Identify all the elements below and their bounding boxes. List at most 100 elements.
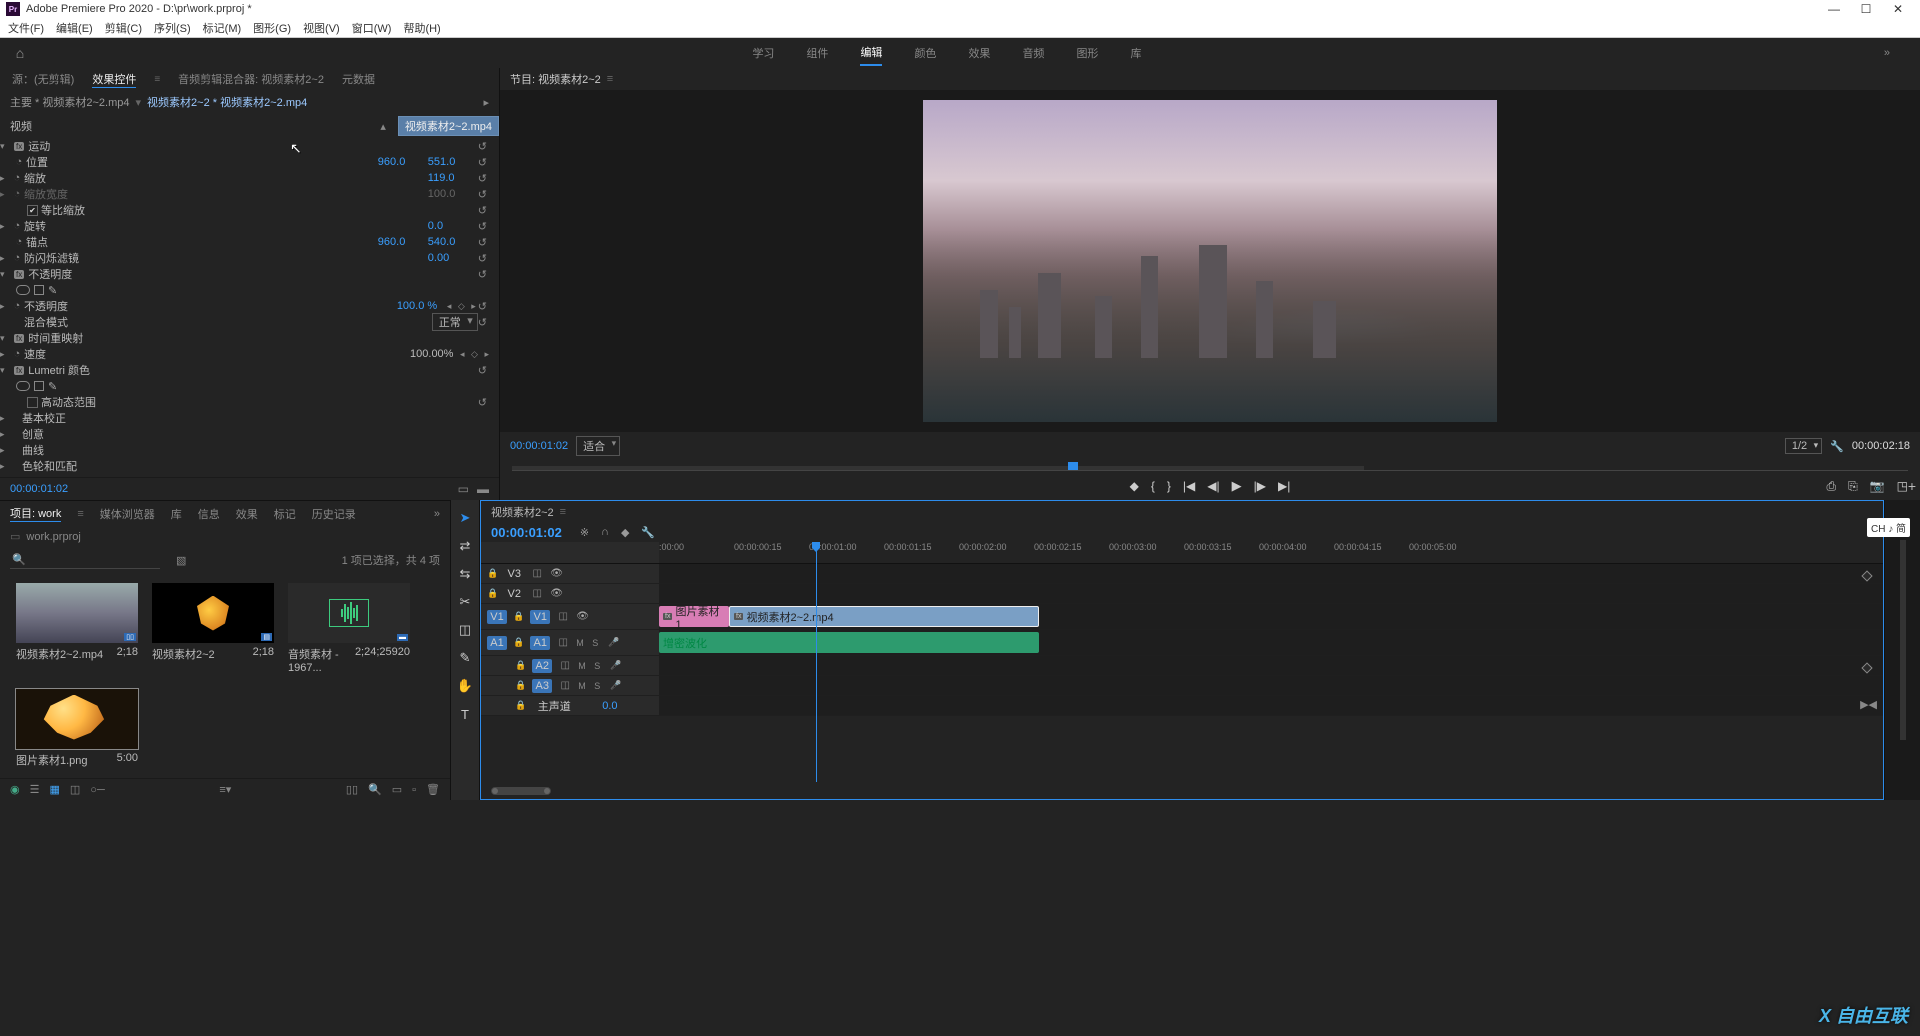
sync-lock-icon[interactable]: ◫ <box>558 680 572 691</box>
maximize-button[interactable]: ☐ <box>1850 2 1882 16</box>
track-v2[interactable]: V2 <box>504 588 524 600</box>
position-x[interactable]: 960.0 <box>378 156 428 168</box>
mask-pen-icon[interactable]: ✎ <box>48 284 57 297</box>
freeform-view-icon[interactable]: ◫ <box>70 783 80 796</box>
lumetri-wheels[interactable]: 色轮和匹配 <box>22 458 491 474</box>
reset-icon[interactable]: ↺ <box>478 316 487 329</box>
tab-markers[interactable]: 标记 <box>274 506 296 522</box>
mask-rect-icon[interactable] <box>34 381 44 391</box>
solo-button[interactable]: S <box>594 661 604 671</box>
tab-menu-icon[interactable]: ≡ <box>77 508 83 520</box>
reset-icon[interactable]: ↺ <box>478 236 487 249</box>
track-a1[interactable]: A1 <box>530 636 550 650</box>
extract-icon[interactable]: ⎘ <box>1848 479 1858 494</box>
reset-icon[interactable]: ↺ <box>478 140 487 153</box>
workspace-effects[interactable]: 效果 <box>968 41 990 65</box>
menu-clip[interactable]: 剪辑(C) <box>105 20 142 36</box>
workspace-editing[interactable]: 编辑 <box>860 40 882 66</box>
lumetri-creative[interactable]: 创意 <box>22 426 491 442</box>
step-forward-icon[interactable]: |▶ <box>1254 479 1266 493</box>
marker-icon[interactable]: ◆ <box>621 526 629 539</box>
solo-button[interactable]: S <box>594 681 604 691</box>
keyframe-nav[interactable]: ◂ ◇ ▸ <box>447 301 478 312</box>
type-tool[interactable]: T <box>455 704 475 724</box>
fx-time-remap[interactable]: 时间重映射 <box>28 330 491 346</box>
sort-icon[interactable]: ≡▾ <box>219 783 231 796</box>
blend-mode-select[interactable]: 正常 <box>432 313 478 331</box>
compare-icon[interactable]: ◳ <box>1897 479 1908 494</box>
workspace-libraries[interactable]: 库 <box>1130 41 1141 65</box>
goto-in-icon[interactable]: |◀ <box>1183 479 1195 493</box>
new-item-icon[interactable]: ▫ <box>412 784 416 796</box>
zoom-slider[interactable]: ○─ <box>90 784 104 796</box>
snap-icon[interactable]: ※ <box>580 526 589 539</box>
speed-value[interactable]: 100.00% <box>410 348 460 360</box>
clip-video[interactable]: fx视频素材2~2.mp4 <box>729 606 1039 627</box>
list-view-icon[interactable]: ☰ <box>30 783 40 796</box>
sequence-tab-label[interactable]: 视频素材2~2 <box>491 504 554 520</box>
stopwatch-icon[interactable]: ◔ <box>10 348 24 360</box>
tabs-overflow[interactable]: » <box>434 508 440 520</box>
lock-icon[interactable]: 🔒 <box>515 700 526 711</box>
mask-ellipse-icon[interactable] <box>16 381 30 391</box>
project-item[interactable]: 图片素材1.png5:00 <box>16 689 138 769</box>
timeline-timecode[interactable]: 00:00:01:02 <box>491 525 562 540</box>
clip-image[interactable]: fx图片素材1 <box>659 606 729 627</box>
sync-lock-icon[interactable]: ◫ <box>556 611 570 622</box>
play-button[interactable]: ▶ <box>1232 478 1242 494</box>
reset-icon[interactable]: ↺ <box>478 300 487 313</box>
dock-icon[interactable]: ▬ <box>477 482 489 496</box>
position-y[interactable]: 551.0 <box>428 156 478 168</box>
track-v3[interactable]: V3 <box>504 568 524 580</box>
track-select-tool[interactable]: ⇄ <box>455 536 475 556</box>
reset-icon[interactable]: ↺ <box>478 172 487 185</box>
reset-icon[interactable]: ↺ <box>478 204 487 217</box>
reset-icon[interactable]: ↺ <box>478 220 487 233</box>
program-scrub-bar[interactable] <box>500 460 1920 472</box>
voice-icon[interactable]: 🎤 <box>608 637 618 648</box>
icon-view-icon[interactable]: ▦ <box>49 783 59 796</box>
lockable-icon[interactable]: ◉ <box>10 783 20 796</box>
workspace-color[interactable]: 颜色 <box>914 41 936 65</box>
lock-icon[interactable]: 🔒 <box>487 568 498 579</box>
menu-view[interactable]: 视图(V) <box>303 20 340 36</box>
stopwatch-icon[interactable]: ◔ <box>12 236 26 248</box>
fx-opacity[interactable]: 不透明度 <box>28 266 478 282</box>
sync-lock-icon[interactable]: ◫ <box>530 588 544 599</box>
ripple-edit-tool[interactable]: ⇆ <box>455 564 475 584</box>
button-editor-icon[interactable]: + <box>1908 478 1916 494</box>
program-tab-label[interactable]: 节目: 视频素材2~2 <box>510 71 601 87</box>
anchor-y[interactable]: 540.0 <box>428 236 478 248</box>
dock-icon[interactable]: ▭ <box>458 482 469 496</box>
mute-button[interactable]: M <box>578 681 588 691</box>
step-back-icon[interactable]: ◀| <box>1207 479 1219 493</box>
resolution-select[interactable]: 1/2 <box>1785 438 1822 454</box>
bin-icon[interactable]: ▭ <box>10 530 20 543</box>
reset-icon[interactable]: ↺ <box>478 396 487 409</box>
eye-icon[interactable]: 👁 <box>550 568 563 579</box>
settings-icon[interactable]: 🔧 <box>1830 440 1844 453</box>
hdr-checkbox[interactable] <box>27 397 38 408</box>
uniform-scale-checkbox[interactable] <box>27 205 38 216</box>
lift-icon[interactable]: ⎙ <box>1826 479 1836 494</box>
automate-icon[interactable]: ▯▯ <box>346 783 358 796</box>
reset-icon[interactable]: ↺ <box>478 364 487 377</box>
home-button[interactable]: ⌂ <box>0 45 40 61</box>
selection-tool[interactable]: ➤ <box>455 508 475 528</box>
playhead[interactable] <box>816 542 817 782</box>
program-timecode[interactable]: 00:00:01:02 <box>510 440 568 452</box>
opacity-value[interactable]: 100.0 % <box>397 300 447 312</box>
close-button[interactable]: ✕ <box>1882 2 1914 16</box>
search-input[interactable]: 🔍 <box>10 551 160 569</box>
track-a3[interactable]: A3 <box>532 679 552 693</box>
voice-icon[interactable]: 🎤 <box>610 660 620 671</box>
tab-source[interactable]: 源：(无剪辑) <box>12 71 74 87</box>
slip-tool[interactable]: ◫ <box>455 620 475 640</box>
tab-menu-icon[interactable]: ≡ <box>560 506 566 518</box>
fx-lumetri[interactable]: Lumetri 颜色 <box>28 362 478 378</box>
project-item[interactable]: ▤ 视频素材2~22;18 <box>152 583 274 675</box>
lock-icon[interactable]: 🔒 <box>515 680 526 691</box>
export-frame-icon[interactable]: 📷 <box>1870 479 1885 494</box>
collapse-icon[interactable]: ▶◀ <box>1860 698 1877 711</box>
tab-effects[interactable]: 效果 <box>236 506 258 522</box>
